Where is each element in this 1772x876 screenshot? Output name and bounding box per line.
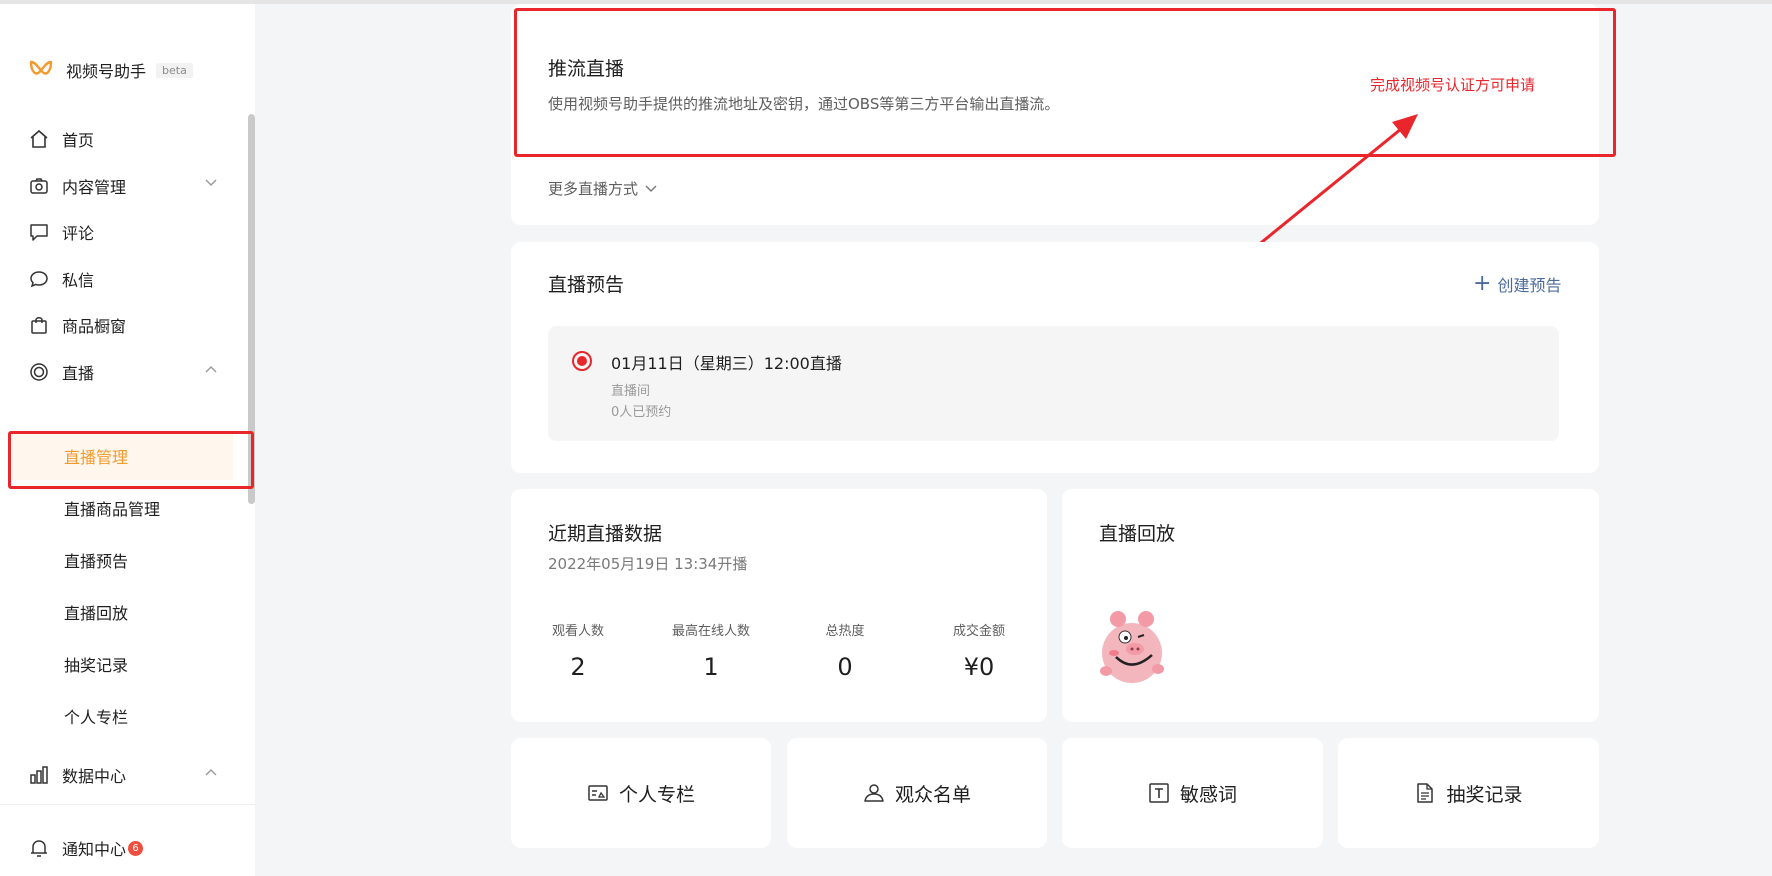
sidebar-item-live[interactable]: 直播 [28, 360, 218, 384]
sidebar-item-label: 评论 [62, 224, 95, 243]
shopping-bag-icon [28, 314, 50, 336]
sidebar-item-shop[interactable]: 商品橱窗 [28, 313, 218, 337]
sidebar-item-label: 通知中心 [62, 840, 127, 859]
column-icon [587, 782, 609, 804]
stat-value-peak-online: 1 [703, 653, 719, 681]
bell-icon [28, 837, 50, 859]
sidebar-item-lottery[interactable]: 抽奖记录 [64, 652, 128, 676]
live-icon [28, 361, 50, 383]
sidebar-item-label: 数据中心 [62, 767, 127, 786]
pig-sticker-icon[interactable] [1094, 607, 1170, 687]
sidebar-item-home[interactable]: 首页 [28, 127, 218, 151]
stat-value-viewers: 2 [570, 653, 586, 681]
tile-sensitive-words[interactable]: 敏感词 [1062, 738, 1323, 848]
live-replay-card: 直播回放 [1062, 489, 1599, 722]
home-icon [28, 128, 50, 150]
logo-icon [29, 60, 53, 75]
annotation-box-sidebar [8, 431, 254, 489]
sidebar-item-label: 直播 [62, 364, 95, 383]
stat-value-heat: 0 [837, 653, 853, 681]
live-indicator-icon [572, 351, 592, 371]
sidebar-item-notifications[interactable]: 通知中心 6 [28, 836, 218, 860]
bar-chart-icon [28, 764, 50, 786]
preview-time: 01月11日（星期三）12:00直播 [611, 354, 842, 373]
sidebar-item-comments[interactable]: 评论 [28, 220, 218, 244]
sidebar-item-data-center[interactable]: 数据中心 [28, 763, 218, 787]
stat-label-viewers: 观看人数 [551, 624, 604, 639]
recent-live-data-card: 近期直播数据 2022年05月19日 13:34开播 观看人数 2 最高在线人数… [511, 489, 1047, 722]
tile-label: 个人专栏 [618, 783, 695, 806]
tile-personal-column[interactable]: 个人专栏 [511, 738, 771, 848]
sidebar-divider [0, 804, 255, 805]
beta-badge: beta [156, 62, 193, 78]
sidebar-item-label: 首页 [62, 131, 95, 150]
sidebar-item-label: 内容管理 [62, 178, 127, 197]
stat-label-sales: 成交金额 [952, 624, 1005, 639]
preview-room: 直播间 [611, 384, 651, 399]
sidebar-item-content[interactable]: 内容管理 [28, 174, 218, 198]
preview-list-item[interactable]: 01月11日（星期三）12:00直播 直播间 0人已预约 [548, 326, 1559, 441]
sidebar-item-live-replay[interactable]: 直播回放 [64, 600, 128, 624]
tile-lottery-records[interactable]: 抽奖记录 [1338, 738, 1599, 848]
sidebar-item-label: 私信 [62, 271, 95, 290]
chevron-up-icon [205, 769, 217, 776]
live-replay-title: 直播回放 [1099, 523, 1176, 545]
sidebar-item-live-preview[interactable]: 直播预告 [64, 548, 128, 572]
message-icon [28, 268, 50, 290]
app-name: 视频号助手 [66, 62, 147, 81]
more-live-methods-button[interactable]: 更多直播方式 [548, 178, 658, 199]
notification-count-badge: 6 [128, 840, 144, 856]
recent-live-title: 近期直播数据 [548, 523, 663, 545]
tile-label: 抽奖记录 [1446, 783, 1523, 806]
comment-icon [28, 221, 50, 243]
chevron-up-icon [205, 366, 217, 373]
sidebar-item-live-products[interactable]: 直播商品管理 [64, 496, 160, 520]
document-icon [1414, 782, 1436, 804]
brand[interactable]: 视频号助手 beta [28, 58, 193, 82]
sidebar-item-label: 商品橱窗 [62, 317, 127, 336]
create-preview-button[interactable]: + 创建预告 [1473, 272, 1561, 296]
chevron-down-icon [205, 179, 217, 186]
more-live-methods-label: 更多直播方式 [548, 180, 639, 198]
stat-label-heat: 总热度 [825, 624, 865, 639]
camera-icon [28, 175, 50, 197]
text-icon [1148, 782, 1170, 804]
annotation-box-push-stream [514, 8, 1616, 157]
stat-label-peak-online: 最高在线人数 [671, 624, 750, 639]
sidebar-item-column[interactable]: 个人专栏 [64, 704, 128, 728]
plus-icon: + [1473, 271, 1492, 296]
live-preview-title: 直播预告 [548, 274, 625, 296]
recent-live-time: 2022年05月19日 13:34开播 [548, 555, 748, 573]
create-preview-label: 创建预告 [1497, 276, 1562, 295]
tile-label: 敏感词 [1179, 783, 1237, 806]
tile-label: 观众名单 [894, 783, 971, 806]
tile-audience-list[interactable]: 观众名单 [787, 738, 1047, 848]
preview-reserved-count: 0人已预约 [611, 405, 672, 420]
chevron-down-icon [645, 185, 657, 192]
stat-value-sales: ¥0 [963, 653, 995, 681]
sidebar-item-messages[interactable]: 私信 [28, 267, 218, 291]
audience-icon [863, 782, 885, 804]
